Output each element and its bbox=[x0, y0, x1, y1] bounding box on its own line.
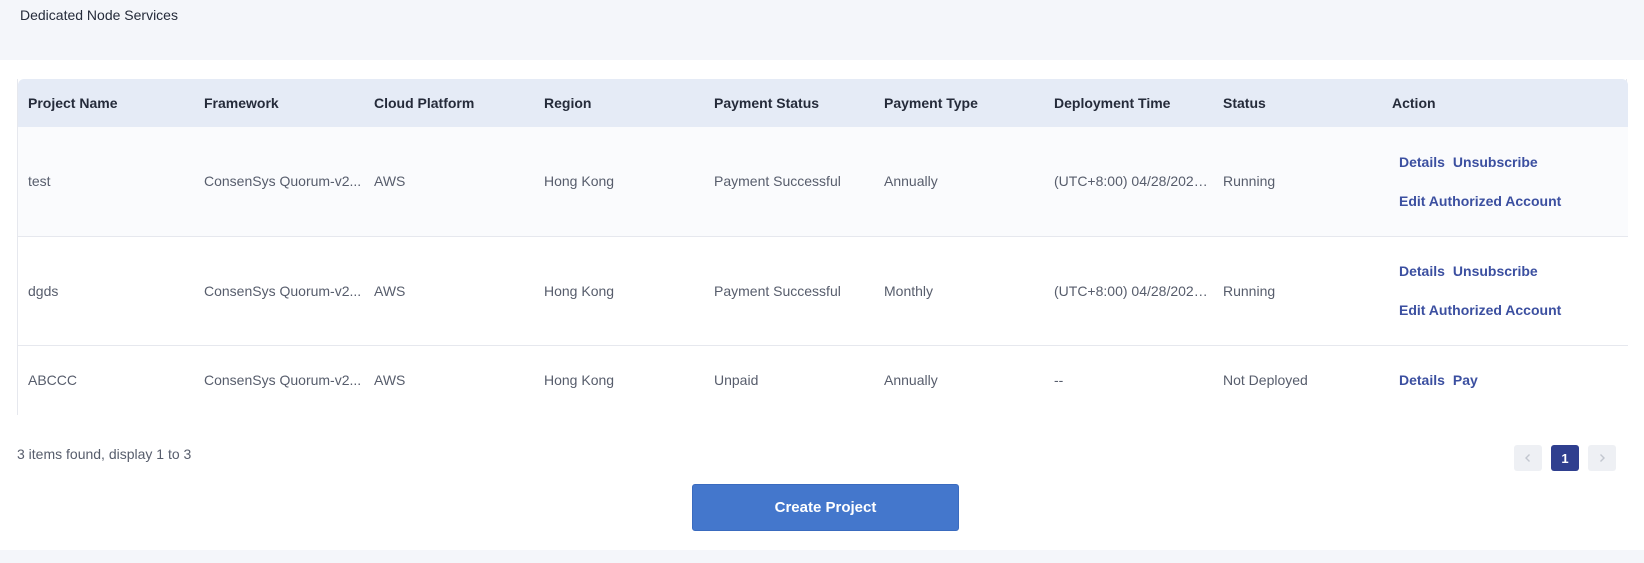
cell-framework: ConsenSys Quorum-v2... bbox=[204, 173, 362, 190]
table-header-row: Project Name Framework Cloud Platform Re… bbox=[18, 79, 1628, 127]
unsubscribe-link[interactable]: Unsubscribe bbox=[1453, 263, 1538, 279]
page-number-current[interactable]: 1 bbox=[1551, 445, 1579, 471]
cell-cloud-platform: AWS bbox=[374, 372, 406, 389]
edit-authorized-account-link[interactable]: Edit Authorized Account bbox=[1399, 302, 1561, 318]
details-link[interactable]: Details bbox=[1399, 154, 1445, 170]
chevron-left-icon bbox=[1525, 454, 1530, 462]
cell-payment-type: Annually bbox=[884, 372, 938, 389]
cell-payment-type: Monthly bbox=[884, 282, 934, 299]
cell-region: Hong Kong bbox=[544, 282, 615, 299]
col-region: Region bbox=[544, 95, 592, 111]
cell-actions: Details Unsubscribe Edit Authorized Accou… bbox=[1382, 236, 1628, 345]
cell-payment-status: Payment Successful bbox=[714, 282, 841, 299]
cell-actions: Details Pay bbox=[1382, 345, 1628, 415]
page-title: Dedicated Node Services bbox=[20, 7, 178, 23]
details-link[interactable]: Details bbox=[1399, 372, 1445, 388]
projects-panel: Project Name Framework Cloud Platform Re… bbox=[0, 60, 1644, 550]
items-summary: 3 items found, display 1 to 3 bbox=[17, 446, 192, 462]
col-status: Status bbox=[1223, 95, 1266, 111]
unsubscribe-link[interactable]: Unsubscribe bbox=[1453, 154, 1538, 170]
cell-status: Not Deployed bbox=[1223, 372, 1308, 389]
projects-table: Project Name Framework Cloud Platform Re… bbox=[17, 79, 1628, 415]
details-link[interactable]: Details bbox=[1399, 263, 1445, 279]
col-deployment-time: Deployment Time bbox=[1054, 95, 1171, 111]
cell-status: Running bbox=[1223, 173, 1276, 190]
cell-payment-type: Annually bbox=[884, 173, 938, 190]
cell-framework: ConsenSys Quorum-v2... bbox=[204, 372, 362, 389]
cell-cloud-platform: AWS bbox=[374, 173, 406, 190]
cell-payment-status: Payment Successful bbox=[714, 173, 841, 190]
col-project-name: Project Name bbox=[28, 95, 118, 111]
pay-link[interactable]: Pay bbox=[1453, 372, 1478, 388]
cell-project-name: ABCCC bbox=[28, 372, 78, 389]
cell-region: Hong Kong bbox=[544, 173, 615, 190]
cell-project-name: dgds bbox=[28, 282, 59, 299]
col-cloud-platform: Cloud Platform bbox=[374, 95, 475, 111]
chevron-right-icon bbox=[1600, 454, 1605, 462]
cell-status: Running bbox=[1223, 282, 1276, 299]
col-framework: Framework bbox=[204, 95, 279, 111]
prev-page-button[interactable] bbox=[1514, 445, 1542, 471]
cell-cloud-platform: AWS bbox=[374, 282, 406, 299]
table-row: test ConsenSys Quorum-v2... AWS Hong Kon… bbox=[18, 127, 1628, 236]
cell-payment-status: Unpaid bbox=[714, 372, 759, 389]
create-project-button[interactable]: Create Project bbox=[692, 484, 959, 531]
cell-region: Hong Kong bbox=[544, 372, 615, 389]
next-page-button[interactable] bbox=[1588, 445, 1616, 471]
cell-project-name: test bbox=[28, 173, 51, 190]
edit-authorized-account-link[interactable]: Edit Authorized Account bbox=[1399, 193, 1561, 209]
cell-deployment-time: -- bbox=[1054, 372, 1064, 389]
cell-framework: ConsenSys Quorum-v2... bbox=[204, 282, 362, 299]
col-action: Action bbox=[1392, 95, 1436, 111]
col-payment-status: Payment Status bbox=[714, 95, 820, 111]
cell-deployment-time: (UTC+8:00) 04/28/2021... bbox=[1054, 173, 1213, 190]
cell-deployment-time: (UTC+8:00) 04/28/2021... bbox=[1054, 282, 1213, 299]
col-payment-type: Payment Type bbox=[884, 95, 978, 111]
table-row: dgds ConsenSys Quorum-v2... AWS Hong Kon… bbox=[18, 236, 1628, 345]
cell-actions: Details Unsubscribe Edit Authorized Accou… bbox=[1382, 127, 1628, 236]
table-row: ABCCC ConsenSys Quorum-v2... AWS Hong Ko… bbox=[18, 345, 1628, 415]
